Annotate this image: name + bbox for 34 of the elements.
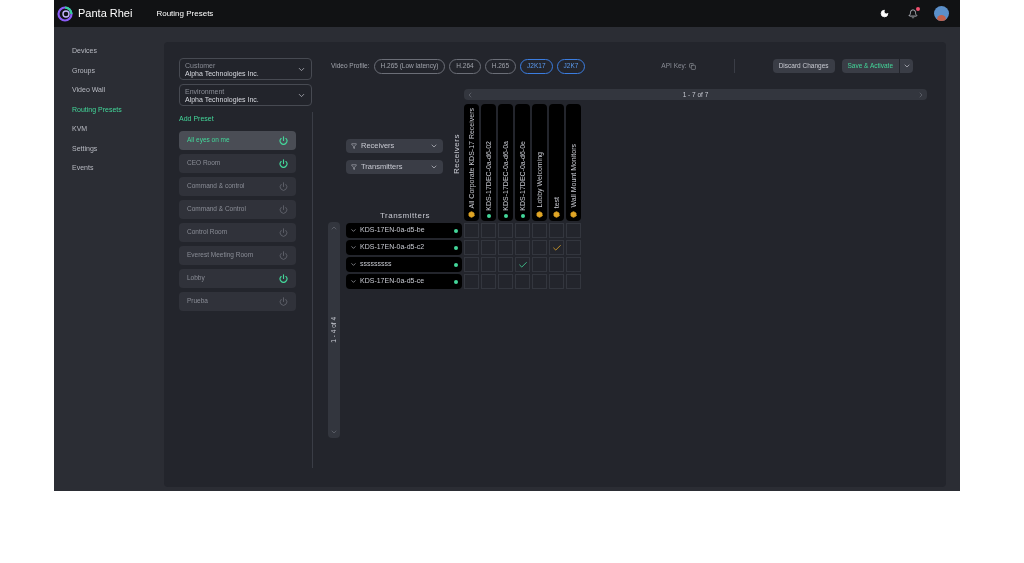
check-icon [551, 242, 562, 253]
logo-icon [57, 5, 73, 22]
power-icon[interactable] [279, 135, 288, 145]
chevron-icon [430, 163, 438, 171]
filter-icon [351, 143, 357, 149]
group-icon [553, 211, 560, 218]
transmitters-axis-label: Transmitters [378, 210, 432, 222]
scroll-up-icon[interactable] [330, 224, 338, 232]
page-title: Routing Presets [156, 7, 214, 20]
receivers-axis-label: Receivers [451, 134, 462, 175]
filter-icon [351, 164, 357, 170]
route-cell[interactable] [515, 257, 530, 272]
scroll-down-icon[interactable] [330, 428, 338, 436]
next-page-icon[interactable] [917, 90, 925, 99]
save-options-button[interactable] [900, 59, 914, 73]
group-icon [468, 211, 475, 218]
power-icon[interactable] [279, 273, 288, 283]
power-icon[interactable] [279, 158, 288, 168]
chevron-icon[interactable] [350, 227, 357, 234]
chevron-icon [430, 142, 438, 150]
previous-page-icon[interactable] [466, 90, 474, 99]
group-icon [570, 211, 577, 218]
chevron-icon[interactable] [350, 278, 357, 285]
app-name: Panta Rhei [78, 6, 133, 22]
route-cell[interactable] [549, 240, 564, 255]
avatar[interactable] [934, 6, 949, 21]
copy-icon[interactable] [688, 62, 696, 70]
chevron-icon[interactable] [350, 261, 357, 268]
chevron-icon [902, 62, 911, 70]
notification-icon[interactable] [908, 8, 918, 19]
moon-icon[interactable] [880, 9, 889, 18]
chevron-icon[interactable] [350, 244, 357, 251]
check-icon [517, 259, 528, 270]
group-icon [536, 211, 543, 218]
